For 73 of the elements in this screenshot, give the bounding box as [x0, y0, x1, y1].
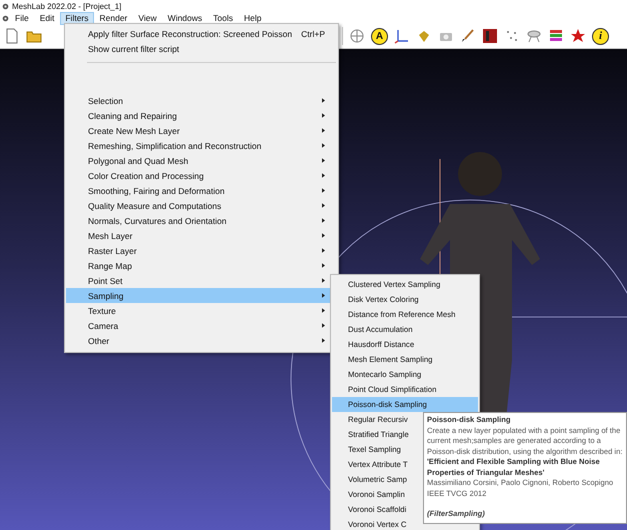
menu-item[interactable]: Help — [239, 12, 266, 24]
submenu-arrow-icon — [322, 233, 325, 238]
menu-item[interactable]: Filters — [60, 12, 94, 24]
submenu-arrow-icon — [322, 338, 325, 343]
menu-item-label: Quality Measure and Computations — [88, 200, 222, 210]
submenu-arrow-icon — [322, 293, 325, 298]
menu-item-label: Normals, Curvatures and Orientation — [88, 216, 228, 226]
menu-item-label: Apply filter Surface Reconstruction: Screened Poisson — [88, 28, 294, 38]
submenu-arrow-icon — [322, 128, 325, 133]
menu-item-label: Sampling — [88, 290, 124, 300]
menu-item-label: Remeshing, Simplification and Reconstruction — [88, 140, 262, 150]
menu-item-label: Color Creation and Processing — [88, 170, 205, 180]
menu-item-label: Camera — [88, 320, 120, 330]
submenu-arrow-icon — [322, 158, 325, 163]
submenu-item[interactable]: Selection — [66, 93, 337, 108]
submenu-item[interactable]: Normals, Curvatures and Orientation — [66, 213, 337, 228]
submenu-item[interactable]: Smoothing, Fairing and Deformation — [66, 183, 337, 198]
submenu-item[interactable]: Mesh Layer — [66, 228, 337, 243]
menu-item-label: Mesh Layer — [88, 230, 134, 240]
window-title: MeshLab 2022.02 - [Project_1] — [12, 2, 122, 10]
new-file-icon[interactable] — [4, 28, 20, 44]
brush-icon[interactable] — [460, 28, 476, 44]
menu-item[interactable]: Render — [94, 12, 132, 24]
submenu-arrow-icon — [322, 323, 325, 328]
points-icon[interactable] — [504, 28, 520, 44]
submenu-item[interactable]: Cleaning and Repairing — [66, 108, 337, 123]
axes-icon[interactable] — [394, 28, 410, 44]
menu-item[interactable]: Edit — [34, 12, 60, 24]
submenu-arrow-icon — [322, 98, 325, 103]
submenu-item[interactable]: Camera — [66, 318, 337, 333]
submenu-item[interactable]: Point Set — [66, 273, 337, 288]
menu-item-label: Texture — [88, 306, 117, 316]
submenu-item[interactable]: Remeshing, Simplification and Reconstruction — [66, 138, 337, 153]
menu-item-label: Raster Layer — [88, 246, 138, 256]
menu-item[interactable]: View — [133, 12, 162, 24]
menu-item-label: Polygonal and Quad Mesh — [88, 156, 190, 166]
submenu-arrow-icon — [322, 143, 325, 148]
submenu-arrow-icon — [322, 248, 325, 253]
menu-item[interactable]: Windows — [162, 12, 208, 24]
menu-item[interactable]: Tools — [208, 12, 238, 24]
menu-item-label: Range Map — [88, 260, 133, 270]
submenu-item[interactable]: Other — [66, 333, 337, 348]
menu-item-label: Smoothing, Fairing and Deformation — [88, 186, 226, 196]
star-icon[interactable] — [570, 28, 586, 44]
submenu-item[interactable]: Color Creation and Processing — [66, 168, 337, 183]
menu-item-label: Selection — [88, 96, 124, 106]
submenu-arrow-icon — [322, 308, 325, 313]
menu-item-label: Point Set — [88, 276, 124, 286]
menu-item-label: Other — [88, 336, 110, 346]
submenu-arrow-icon — [322, 263, 325, 268]
menu-item[interactable]: Apply filter Surface Reconstruction: Screened Poisson Ctrl+P — [66, 26, 337, 41]
submenu-arrow-icon — [322, 188, 325, 193]
menu-item-label: Show current filter script — [88, 44, 180, 54]
rainbow-icon[interactable] — [548, 28, 564, 44]
submenu-arrow-icon — [322, 203, 325, 208]
submenu-item[interactable]: Range Map — [66, 258, 337, 273]
submenu-item[interactable]: Raster Layer — [66, 243, 337, 258]
info-button[interactable]: i — [592, 28, 609, 44]
submenu-item[interactable]: Quality Measure and Computations — [66, 198, 337, 213]
submenu-arrow-icon — [322, 218, 325, 223]
annotation-tool-button[interactable]: A — [371, 28, 388, 44]
menu-item-label: Create New Mesh Layer — [88, 126, 181, 136]
menu-item[interactable]: Show current filter script — [66, 41, 337, 56]
globe-icon[interactable] — [349, 28, 365, 44]
submenu-arrow-icon — [322, 113, 325, 118]
shortcut-label: Ctrl+P — [301, 28, 325, 38]
menu-item-label: Cleaning and Repairing — [88, 110, 178, 120]
submenu-arrow-icon — [322, 278, 325, 283]
submenu-item[interactable]: Create New Mesh Layer — [66, 123, 337, 138]
submenu-arrow-icon — [322, 173, 325, 178]
submenu-item[interactable]: Polygonal and Quad Mesh — [66, 153, 337, 168]
submenu-item[interactable]: Texture — [66, 303, 337, 318]
menu-item[interactable]: File — [10, 12, 34, 24]
